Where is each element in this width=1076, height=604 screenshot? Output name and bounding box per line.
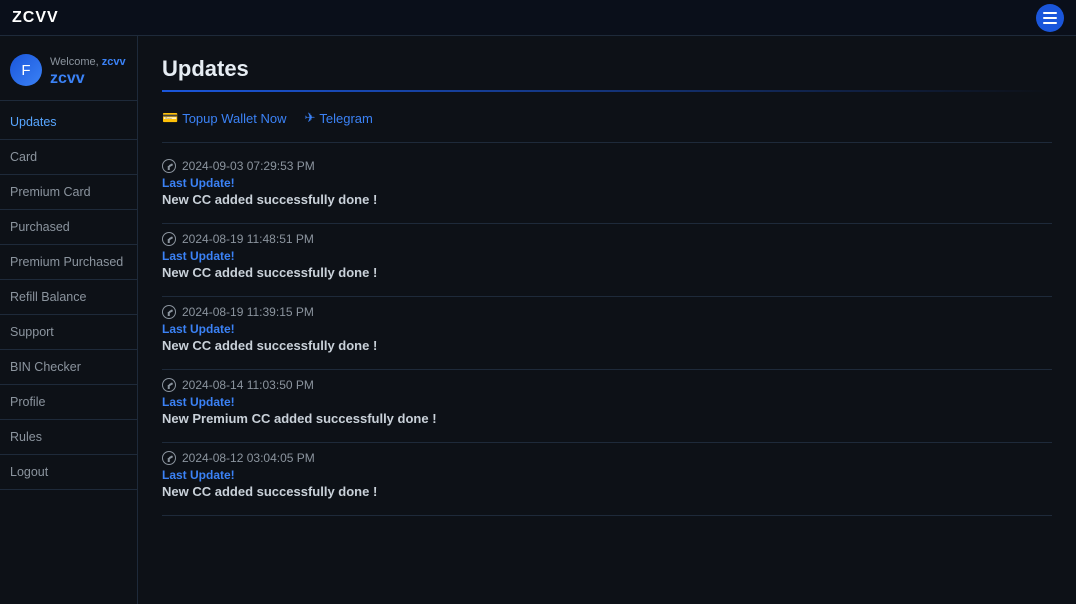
update-entry: 2024-09-03 07:29:53 PM Last Update! New CC… <box>162 159 1052 224</box>
timestamp-text: 2024-08-14 11:03:50 PM <box>182 378 314 392</box>
updates-list: 2024-09-03 07:29:53 PM Last Update! New CC… <box>162 159 1052 516</box>
update-timestamp-row: 2024-09-03 07:29:53 PM <box>162 159 1052 173</box>
timestamp-text: 2024-08-19 11:39:15 PM <box>182 305 314 319</box>
sidebar-item-premium-purchased[interactable]: Premium Purchased <box>0 245 137 280</box>
content-area: Updates 💳 Topup Wallet Now ✈ Telegram 2024-… <box>138 36 1076 604</box>
update-timestamp-row: 2024-08-19 11:39:15 PM <box>162 305 1052 319</box>
sidebar-item-support[interactable]: Support <box>0 315 137 350</box>
hamburger-line-2 <box>1043 17 1057 19</box>
action-label-telegram: Telegram <box>319 111 372 126</box>
update-timestamp-row: 2024-08-19 11:48:51 PM <box>162 232 1052 246</box>
logo: ZCVV <box>12 9 59 27</box>
action-icon-topup: 💳 <box>162 110 178 126</box>
sidebar: F Welcome, zcvv zcvv Updates Card Premium … <box>0 36 138 604</box>
action-link-telegram[interactable]: ✈ Telegram <box>304 110 372 126</box>
avatar: F <box>10 54 42 86</box>
sidebar-item-purchased[interactable]: Purchased <box>0 210 137 245</box>
sidebar-item-logout[interactable]: Logout <box>0 455 137 490</box>
sidebar-item-premium-card[interactable]: Premium Card <box>0 175 137 210</box>
sidebar-item-refill-balance[interactable]: Refill Balance <box>0 280 137 315</box>
hamburger-line-1 <box>1043 12 1057 14</box>
sidebar-item-label-bin-checker: BIN Checker <box>10 360 81 374</box>
update-entry: 2024-08-12 03:04:05 PM Last Update! New CC… <box>162 451 1052 516</box>
last-update-label: Last Update! <box>162 176 1052 190</box>
sidebar-items-container: Updates Card Premium Card Purchased Premium … <box>0 105 137 490</box>
sidebar-item-profile[interactable]: Profile <box>0 385 137 420</box>
timestamp-text: 2024-08-19 11:48:51 PM <box>182 232 314 246</box>
username: zcvv <box>102 56 126 68</box>
last-update-label: Last Update! <box>162 395 1052 409</box>
avatar-icon: F <box>21 62 30 79</box>
sidebar-item-label-premium-purchased: Premium Purchased <box>10 255 123 269</box>
action-links: 💳 Topup Wallet Now ✈ Telegram <box>162 110 1052 126</box>
user-info: Welcome, zcvv zcvv <box>50 52 127 88</box>
welcome-prefix: Welcome, <box>50 56 102 68</box>
clock-icon <box>162 378 176 392</box>
sidebar-item-updates[interactable]: Updates <box>0 105 137 140</box>
update-message: New Premium CC added successfully done ! <box>162 411 1052 426</box>
sidebar-item-label-updates: Updates <box>10 115 57 129</box>
update-entry: 2024-08-14 11:03:50 PM Last Update! New Pr… <box>162 378 1052 443</box>
update-timestamp-row: 2024-08-14 11:03:50 PM <box>162 378 1052 392</box>
clock-icon <box>162 232 176 246</box>
navbar: ZCVV <box>0 0 1076 36</box>
clock-icon <box>162 159 176 173</box>
username: zcvv <box>50 70 85 87</box>
sidebar-item-label-premium-card: Premium Card <box>10 185 91 199</box>
hamburger-button[interactable] <box>1036 4 1064 32</box>
page-title: Updates <box>162 56 1052 82</box>
update-timestamp-row: 2024-08-12 03:04:05 PM <box>162 451 1052 465</box>
main-layout: F Welcome, zcvv zcvv Updates Card Premium … <box>0 36 1076 604</box>
sidebar-item-label-support: Support <box>10 325 54 339</box>
sidebar-item-rules[interactable]: Rules <box>0 420 137 455</box>
sidebar-item-card[interactable]: Card <box>0 140 137 175</box>
hamburger-line-3 <box>1043 22 1057 24</box>
sidebar-item-label-logout: Logout <box>10 465 48 479</box>
clock-icon <box>162 305 176 319</box>
last-update-label: Last Update! <box>162 468 1052 482</box>
user-section: F Welcome, zcvv zcvv <box>0 44 137 101</box>
sidebar-item-label-card: Card <box>10 150 37 164</box>
update-message: New CC added successfully done ! <box>162 484 1052 499</box>
action-icon-telegram: ✈ <box>304 110 315 126</box>
update-message: New CC added successfully done ! <box>162 338 1052 353</box>
last-update-label: Last Update! <box>162 322 1052 336</box>
clock-icon <box>162 451 176 465</box>
sidebar-item-label-profile: Profile <box>10 395 45 409</box>
sidebar-item-label-refill-balance: Refill Balance <box>10 290 86 304</box>
title-divider <box>162 90 1052 92</box>
update-entry: 2024-08-19 11:39:15 PM Last Update! New CC… <box>162 305 1052 370</box>
sidebar-item-label-rules: Rules <box>10 430 42 444</box>
update-message: New CC added successfully done ! <box>162 192 1052 207</box>
action-label-topup: Topup Wallet Now <box>182 111 286 126</box>
update-entry: 2024-08-19 11:48:51 PM Last Update! New CC… <box>162 232 1052 297</box>
sidebar-item-bin-checker[interactable]: BIN Checker <box>0 350 137 385</box>
sidebar-item-label-purchased: Purchased <box>10 220 70 234</box>
action-link-topup[interactable]: 💳 Topup Wallet Now <box>162 110 286 126</box>
last-update-label: Last Update! <box>162 249 1052 263</box>
welcome-prefix: Welcome, zcvv <box>50 56 126 68</box>
timestamp-text: 2024-09-03 07:29:53 PM <box>182 159 315 173</box>
update-message: New CC added successfully done ! <box>162 265 1052 280</box>
timestamp-text: 2024-08-12 03:04:05 PM <box>182 451 315 465</box>
updates-divider <box>162 142 1052 143</box>
